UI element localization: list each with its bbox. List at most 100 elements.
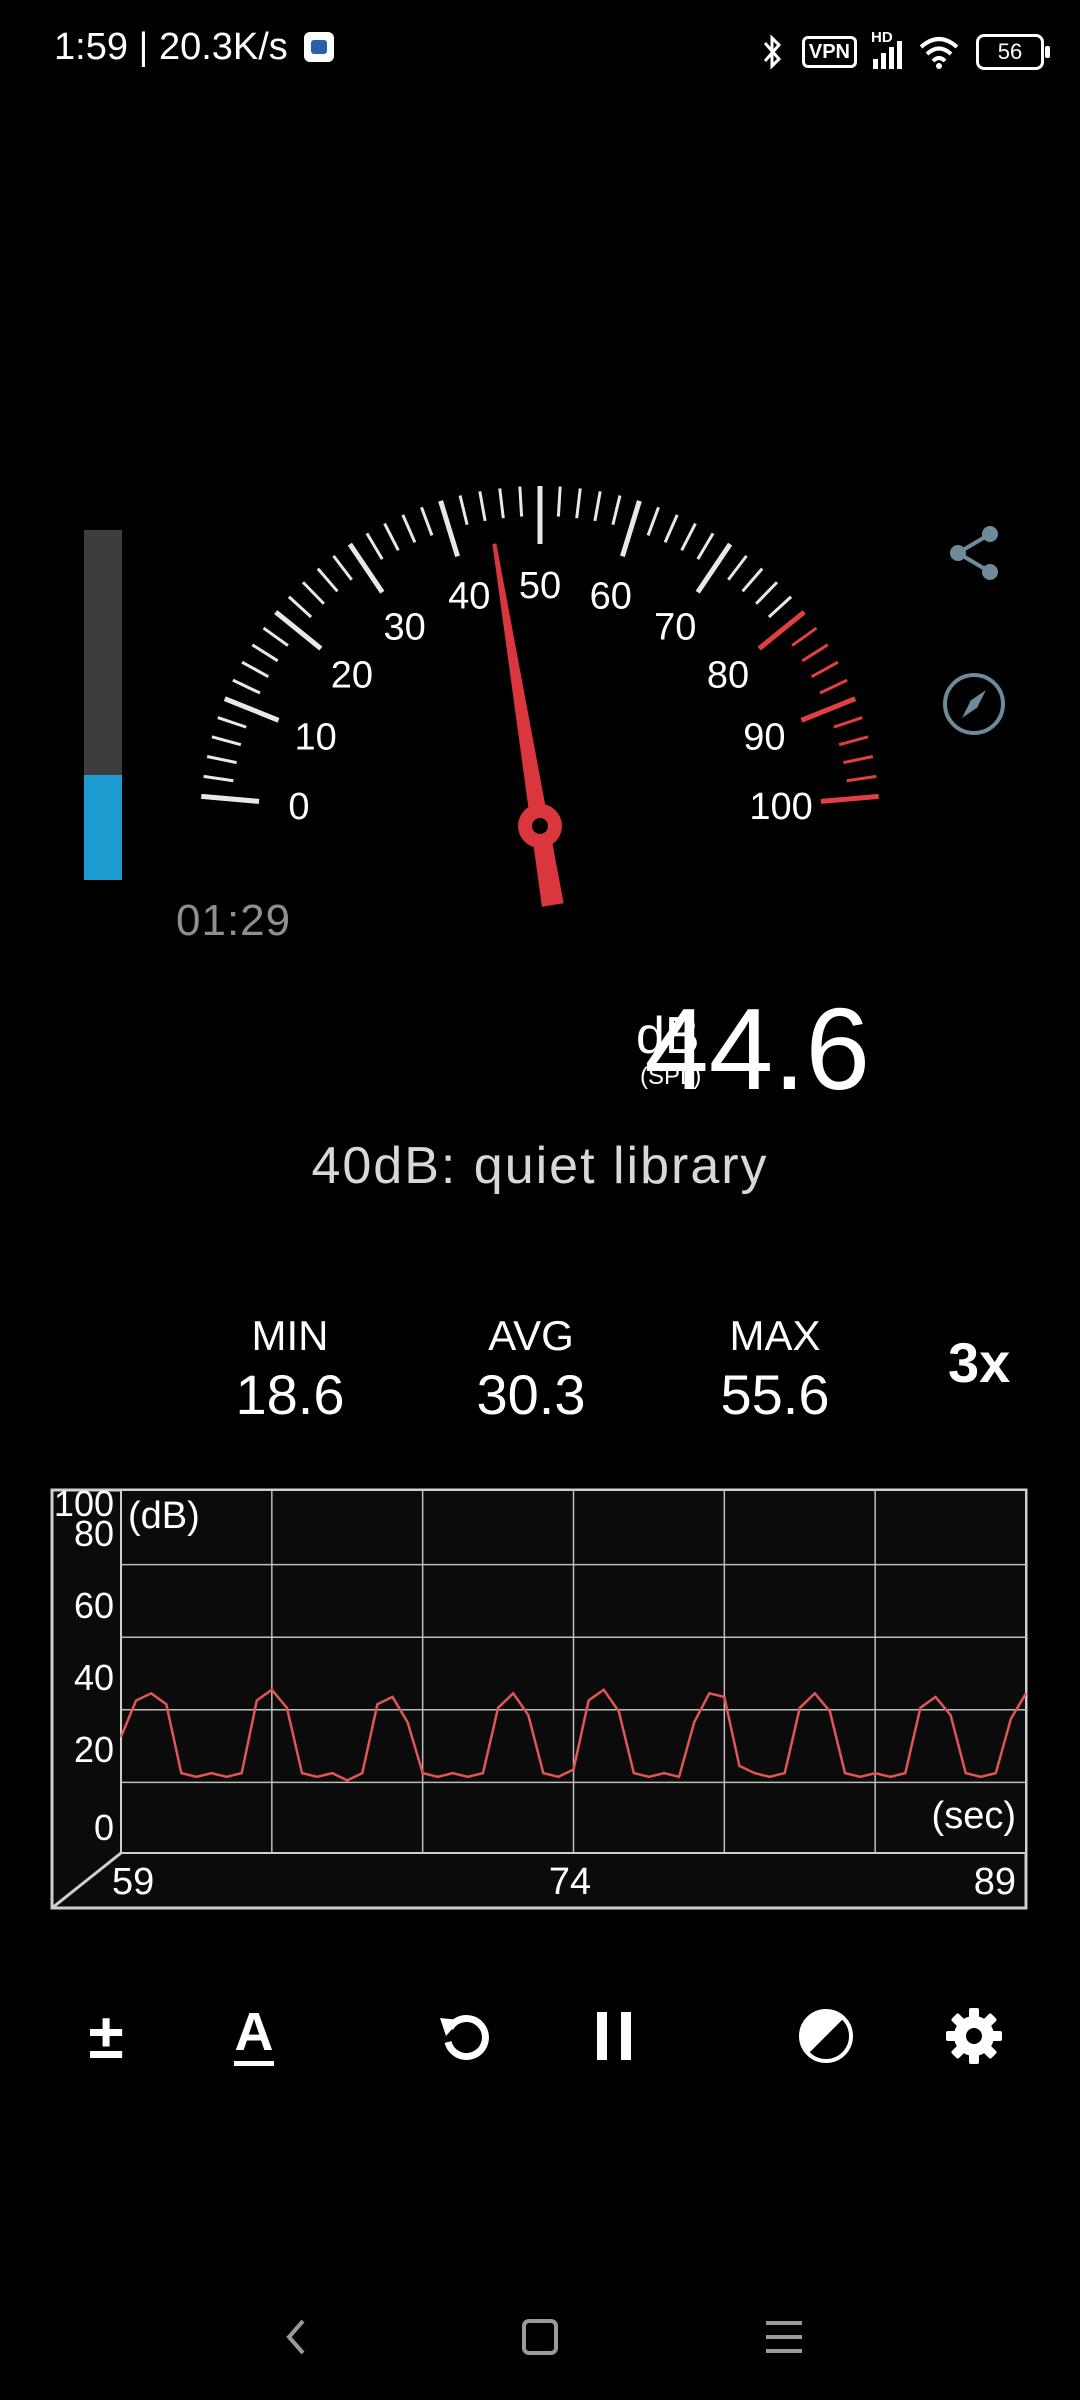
gauge-minor-tick bbox=[301, 581, 325, 605]
gauge-minor-tick bbox=[211, 735, 242, 747]
chart-y-tick-label: 20 bbox=[74, 1729, 114, 1770]
max-stat: MAX 55.6 bbox=[675, 1312, 875, 1427]
gauge-major-tick bbox=[620, 500, 642, 558]
gauge-label: 90 bbox=[743, 716, 785, 758]
speed-multiplier-button[interactable]: 3x bbox=[948, 1330, 1010, 1395]
gauge-minor-tick bbox=[251, 643, 279, 663]
elapsed-time: 01:29 bbox=[176, 896, 292, 945]
gauge-minor-tick bbox=[401, 514, 417, 543]
gauge-major-tick bbox=[438, 500, 460, 558]
nav-back-button[interactable] bbox=[256, 2302, 336, 2372]
wifi-icon bbox=[919, 37, 959, 69]
gauge-minor-tick bbox=[316, 567, 339, 593]
gauge-label: 0 bbox=[288, 786, 309, 828]
share-icon[interactable] bbox=[944, 522, 1006, 584]
app-notification-icon bbox=[304, 32, 335, 62]
gauge-major-tick bbox=[820, 793, 879, 804]
nav-home-button[interactable] bbox=[500, 2302, 580, 2372]
gauge-label: 100 bbox=[749, 786, 812, 828]
gauge-minor-tick bbox=[663, 514, 679, 543]
calibrate-button[interactable]: ± bbox=[66, 1996, 146, 2076]
sound-meter-gauge: 0 10 20 30 40 50 60 70 80 90 100 bbox=[201, 486, 879, 907]
gauge-needle-pivot bbox=[532, 818, 548, 834]
gauge-minor-tick bbox=[680, 522, 697, 551]
gauge-minor-tick bbox=[741, 567, 764, 593]
chart-y-tick-label: 60 bbox=[74, 1585, 114, 1626]
gauge-minor-tick bbox=[241, 660, 270, 678]
gauge-minor-tick bbox=[287, 595, 313, 619]
pause-icon bbox=[597, 2012, 631, 2060]
gauge-minor-tick bbox=[767, 595, 793, 619]
gauge-minor-tick bbox=[593, 491, 602, 522]
home-icon bbox=[522, 2319, 558, 2355]
gauge-label: 70 bbox=[654, 606, 696, 648]
gear-icon bbox=[946, 2008, 1002, 2064]
max-value: 55.6 bbox=[720, 1363, 830, 1426]
gauge-minor-tick bbox=[833, 716, 863, 729]
reset-icon bbox=[440, 2015, 489, 2060]
status-time-text: 1:59 | 20.3K/s bbox=[54, 26, 288, 68]
gauge-label: 10 bbox=[294, 716, 336, 758]
gauge-minor-tick bbox=[383, 522, 400, 551]
gauge-minor-tick bbox=[810, 660, 839, 678]
menu-icon bbox=[766, 2321, 802, 2353]
gauge-minor-tick bbox=[611, 495, 622, 526]
gauge-minor-tick bbox=[332, 554, 353, 581]
gauge-minor-tick bbox=[498, 488, 505, 519]
pause-button[interactable] bbox=[574, 1996, 654, 2076]
settings-button[interactable] bbox=[934, 1996, 1014, 2076]
chart-y-label: (dB) bbox=[128, 1495, 200, 1537]
gauge-minor-tick bbox=[696, 532, 715, 560]
chart-x-tick-label: 59 bbox=[112, 1861, 154, 1903]
avg-label: AVG bbox=[488, 1312, 574, 1359]
avg-stat: AVG 30.3 bbox=[431, 1312, 631, 1427]
contrast-icon bbox=[799, 2009, 853, 2063]
theme-button[interactable] bbox=[786, 1996, 866, 2076]
gauge-minor-tick bbox=[791, 626, 818, 647]
gauge-minor-tick bbox=[478, 491, 487, 522]
gauge-label: 40 bbox=[448, 576, 490, 618]
gauge-minor-tick bbox=[755, 581, 779, 605]
chart-x-tick-label: 74 bbox=[549, 1861, 591, 1903]
nav-menu-button[interactable] bbox=[744, 2302, 824, 2372]
chart-x-label: (sec) bbox=[932, 1795, 1016, 1837]
gauge-minor-tick bbox=[646, 506, 660, 536]
status-time-speed: 1:59 | 20.3K/s bbox=[54, 26, 335, 69]
gauge-minor-tick bbox=[518, 486, 524, 517]
gauge-major-tick bbox=[201, 793, 260, 804]
gauge-minor-tick bbox=[365, 532, 384, 560]
reset-button[interactable] bbox=[426, 1996, 506, 2076]
gauge-label: 50 bbox=[519, 565, 561, 607]
gauge-label: 20 bbox=[331, 655, 373, 697]
decibel-reading: 44.6 bbox=[644, 984, 870, 1114]
status-icons: VPN HD 56 bbox=[760, 22, 1050, 82]
spl-label: (SPL) bbox=[640, 1063, 702, 1090]
bluetooth-icon bbox=[763, 34, 781, 70]
decibel-unit: dB bbox=[636, 1007, 700, 1065]
chart-y-tick-label: 80 bbox=[74, 1513, 114, 1554]
gauge-label: 80 bbox=[707, 655, 749, 697]
gauge-major-tick bbox=[223, 696, 280, 723]
gauge-label: 60 bbox=[590, 576, 632, 618]
vpn-icon: VPN bbox=[801, 36, 857, 68]
compass-icon[interactable] bbox=[940, 670, 1008, 738]
gauge-minor-tick bbox=[727, 554, 748, 581]
gauge-minor-tick bbox=[203, 774, 234, 783]
gauge-labels: 0 10 20 30 40 50 60 70 80 90 100 bbox=[288, 565, 812, 828]
chart-y-tick-label: 40 bbox=[74, 1657, 114, 1698]
min-stat: MIN 18.6 bbox=[190, 1312, 390, 1427]
chart-y-tick-label: 0 bbox=[94, 1807, 114, 1848]
weighting-button[interactable]: A bbox=[214, 1996, 294, 2076]
hd-label: HD bbox=[871, 29, 893, 46]
back-icon bbox=[286, 2319, 305, 2355]
gauge-minor-tick bbox=[262, 626, 289, 647]
signal-icon: HD bbox=[871, 29, 902, 69]
gauge-minor-tick bbox=[232, 678, 261, 695]
gauge-minor-tick bbox=[217, 716, 247, 729]
min-label: MIN bbox=[251, 1312, 329, 1359]
gauge-minor-tick bbox=[458, 495, 469, 526]
avg-value: 30.3 bbox=[476, 1363, 586, 1426]
gauge-minor-tick bbox=[846, 774, 877, 783]
gauge-minor-tick bbox=[838, 735, 869, 747]
gauge-minor-tick bbox=[843, 755, 874, 765]
